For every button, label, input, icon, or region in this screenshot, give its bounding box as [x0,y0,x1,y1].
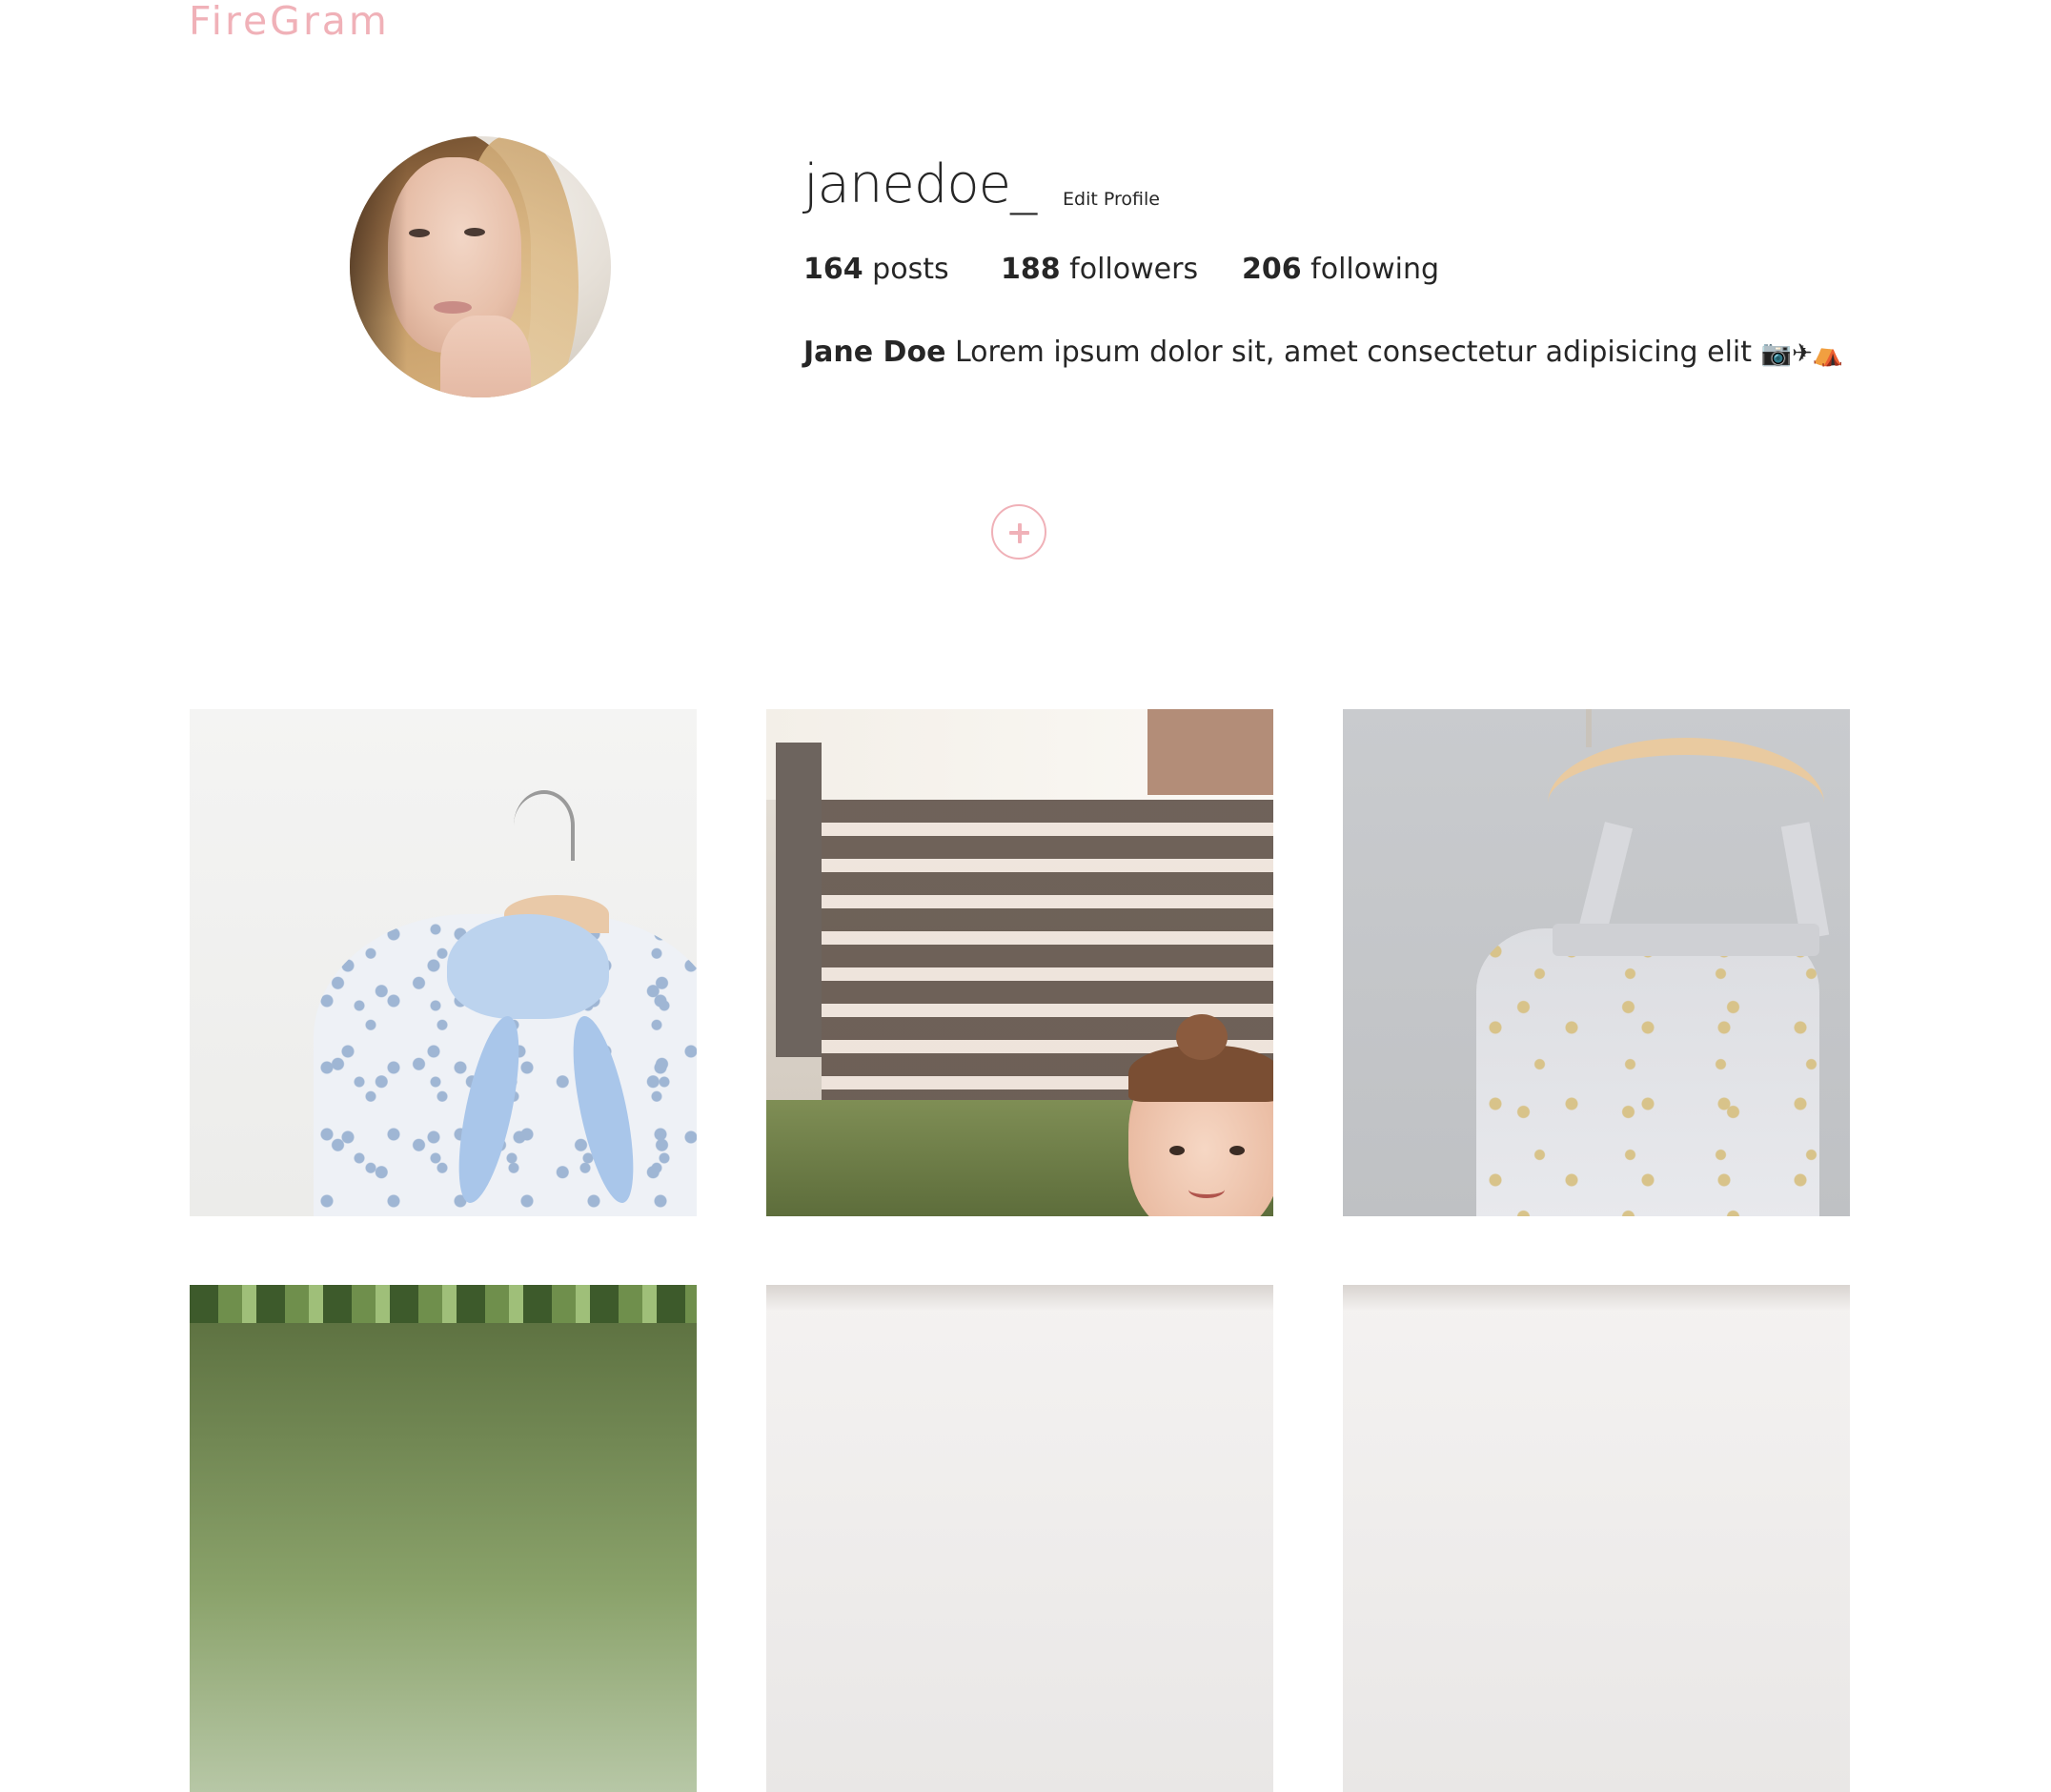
followers-label: followers [1069,253,1199,286]
posts-stat: 164 posts [803,251,949,289]
posts-label: posts [872,253,949,286]
post-tile[interactable] [766,1285,1273,1792]
post-tile[interactable] [1343,1285,1850,1792]
bio-text: Lorem ipsum dolor sit, amet consectetur … [954,336,1753,369]
post-tile[interactable] [190,1285,697,1792]
post-tile[interactable] [190,709,697,1216]
profile-bio: Jane Doe Lorem ipsum dolor sit, amet con… [803,334,1843,373]
following-count: 206 [1242,253,1302,286]
brand-logo[interactable]: FireGram [189,0,390,48]
edit-profile-button[interactable]: Edit Profile [1063,186,1160,213]
posts-count: 164 [803,253,863,286]
following-label: following [1310,253,1440,286]
post-tile[interactable] [1343,709,1850,1216]
username: janedoe_ [803,153,1037,215]
profile-stats: 164 posts 188 followers 206 following [0,251,2051,289]
bio-name: Jane Doe [803,336,946,369]
followers-stat[interactable]: 188 followers [1001,251,1198,289]
add-post-button[interactable] [991,504,1046,560]
followers-count: 188 [1001,253,1061,286]
bio-emojis: 📷✈⛺ [1760,339,1844,368]
post-tile[interactable] [766,709,1273,1216]
following-stat[interactable]: 206 following [1242,251,1439,289]
